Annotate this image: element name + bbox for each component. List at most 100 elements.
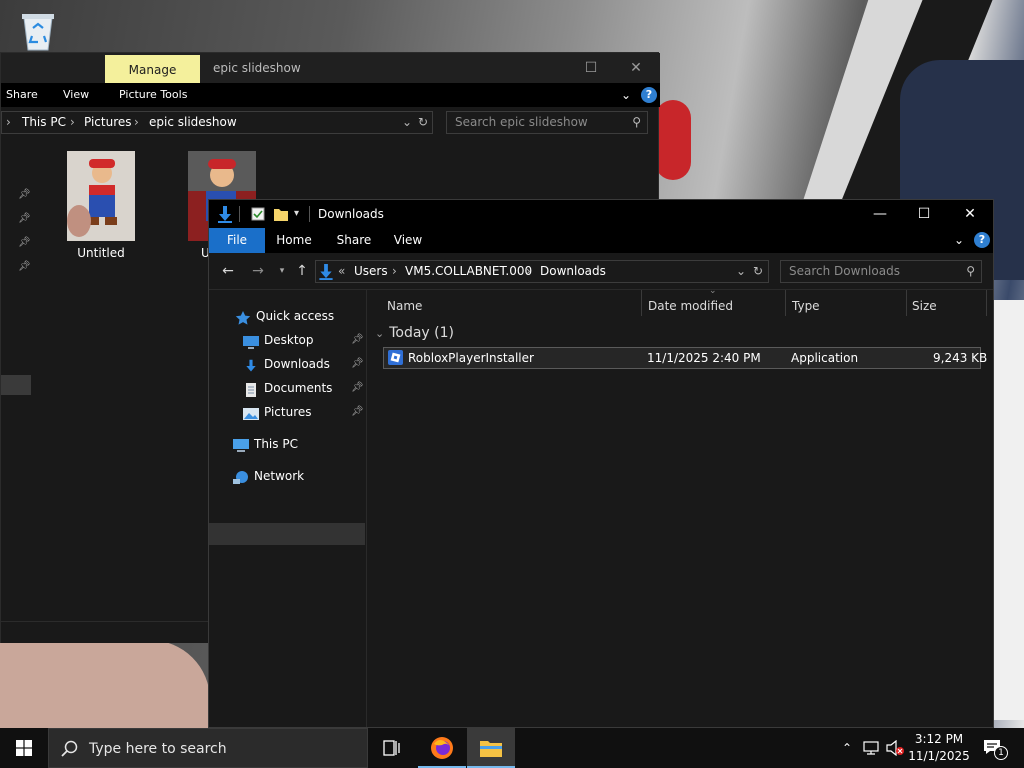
column-header-name[interactable]: Name [381, 290, 641, 322]
nav-item-quick-access[interactable]: Quick access [235, 305, 334, 327]
pin-icon[interactable]: 📌︎ [18, 213, 31, 224]
navigation-bar: ← → ▾ ↑ « Users › VM5.COLLABNET.000 › Do… [209, 253, 993, 289]
breadcrumb-users[interactable]: Users [354, 261, 388, 282]
navigation-pane: 📌︎ 📌︎ 📌︎ 📌︎ [1, 141, 33, 643]
downloads-arrow-icon [318, 263, 334, 280]
chevron-down-icon[interactable]: ⌄ [621, 83, 631, 107]
recent-locations-icon[interactable]: ▾ [273, 262, 291, 280]
task-view-button[interactable] [368, 728, 416, 768]
nav-item-downloads[interactable]: Downloads [243, 353, 330, 375]
chevron-down-icon[interactable]: ⌄ [954, 228, 964, 253]
pin-icon[interactable]: 📌︎ [351, 377, 364, 399]
title-bar[interactable]: ▾ Downloads — ☐ ✕ [209, 200, 993, 228]
nav-item-desktop[interactable]: Desktop [243, 329, 314, 351]
maximize-icon[interactable]: ☐ [901, 200, 947, 228]
nav-selection-highlight [209, 523, 365, 545]
tab-view[interactable]: View [63, 83, 89, 107]
tab-share[interactable]: Share [329, 228, 379, 253]
chevron-down-icon[interactable]: ⌄ [402, 112, 412, 133]
new-folder-icon[interactable] [273, 206, 289, 222]
clock-date: 11/1/2025 [908, 749, 970, 763]
breadcrumb-epic-slideshow[interactable]: epic slideshow [149, 112, 237, 133]
separator [239, 206, 240, 222]
address-bar[interactable]: › This PC › Pictures › epic slideshow ⌄ … [1, 111, 433, 134]
close-icon[interactable]: ✕ [947, 200, 993, 228]
search-icon [61, 740, 78, 757]
nav-item-network[interactable]: Network [233, 465, 304, 487]
breadcrumb-vm5-collabnet[interactable]: VM5.COLLABNET.000 [405, 261, 532, 282]
system-clock[interactable]: 3:12 PM 11/1/2025 [905, 731, 973, 765]
thumbnail-label[interactable]: Untitled [51, 246, 151, 260]
pin-icon[interactable]: 📌︎ [351, 329, 364, 351]
minimize-icon[interactable]: — [857, 200, 903, 228]
pin-icon[interactable]: 📌︎ [351, 401, 364, 423]
help-icon[interactable]: ? [641, 87, 657, 103]
overflow-chevron[interactable]: « [338, 261, 345, 282]
nav-item-this-pc[interactable]: This PC [233, 433, 298, 455]
start-button[interactable] [0, 728, 48, 768]
image-thumbnail[interactable] [67, 151, 135, 241]
taskbar-search-box[interactable]: Type here to search [48, 728, 368, 768]
customize-quick-access-icon[interactable]: ▾ [294, 200, 299, 228]
search-icon: ⚲ [632, 115, 641, 129]
tab-share[interactable]: Share [6, 83, 38, 107]
file-list: Name ⌄ Date modified Type Size ⌄ Today (1… [369, 286, 993, 727]
address-bar[interactable]: « Users › VM5.COLLABNET.000 › Downloads … [315, 260, 769, 283]
chevron-down-icon[interactable]: ⌄ [375, 327, 384, 340]
firefox-icon [431, 737, 453, 759]
network-icon [233, 470, 249, 484]
breadcrumb-pictures[interactable]: Pictures [84, 112, 132, 133]
tab-manage[interactable]: Manage [105, 55, 200, 83]
pin-icon[interactable]: 📌︎ [18, 261, 31, 272]
properties-icon[interactable] [251, 207, 265, 221]
forward-arrow-icon[interactable]: → [249, 262, 267, 280]
column-divider[interactable] [986, 290, 987, 316]
chevron-down-icon[interactable]: ⌄ [736, 261, 746, 282]
recycle-bin-icon[interactable] [18, 10, 58, 52]
file-explorer-taskbar-button[interactable] [467, 728, 515, 768]
column-header-size[interactable]: Size [906, 290, 986, 322]
volume-muted-icon[interactable] [884, 728, 906, 768]
network-status-icon[interactable] [861, 728, 881, 768]
ribbon: File Home Share View ⌄ ? [209, 228, 993, 253]
pin-icon[interactable]: 📌︎ [18, 237, 31, 248]
star-icon [235, 310, 251, 325]
taskbar: Type here to search ⌃ 3:12 PM 11/1/2025 … [0, 728, 1024, 768]
search-input[interactable]: Search Downloads ⚲ [780, 260, 982, 283]
nav-label: Pictures [264, 405, 312, 419]
show-hidden-icons-icon[interactable]: ⌃ [838, 728, 856, 768]
title-bar[interactable]: Manage epic slideshow ☐ ✕ [1, 53, 660, 83]
file-size: 9,243 KB [933, 351, 988, 365]
separator [309, 206, 310, 222]
nav-label: Desktop [264, 333, 314, 347]
search-icon: ⚲ [966, 264, 975, 278]
folder-icon [480, 741, 502, 757]
table-row[interactable]: RobloxPlayerInstaller 11/1/2025 2:40 PM … [383, 347, 987, 369]
refresh-icon[interactable]: ↻ [753, 261, 763, 282]
breadcrumb-downloads[interactable]: Downloads [540, 261, 606, 282]
firefox-taskbar-button[interactable] [418, 728, 466, 768]
maximize-icon[interactable]: ☐ [568, 53, 614, 83]
breadcrumb-this-pc[interactable]: This PC [22, 112, 66, 133]
pin-icon[interactable]: 📌︎ [351, 353, 364, 375]
action-center-button[interactable]: 1 [980, 728, 1010, 768]
back-arrow-icon[interactable]: ← [219, 262, 237, 280]
nav-item-pictures[interactable]: Pictures [243, 401, 312, 423]
pin-icon[interactable]: 📌︎ [18, 189, 31, 200]
up-arrow-icon[interactable]: ↑ [293, 262, 311, 280]
close-icon[interactable]: ✕ [613, 53, 659, 83]
column-header-date-modified[interactable]: Date modified [642, 290, 786, 322]
refresh-icon[interactable]: ↻ [418, 112, 428, 133]
group-header-today[interactable]: ⌄ Today (1) [375, 322, 454, 344]
column-header-type[interactable]: Type [786, 290, 906, 322]
nav-item-documents[interactable]: Documents [243, 377, 332, 399]
nav-label: Network [254, 469, 305, 483]
chevron-right-icon: › [392, 264, 397, 278]
nav-item-selected[interactable] [1, 375, 31, 395]
tab-picture-tools[interactable]: Picture Tools [119, 83, 187, 107]
tab-file[interactable]: File [209, 228, 265, 253]
search-input[interactable]: Search epic slideshow ⚲ [446, 111, 648, 134]
help-icon[interactable]: ? [974, 232, 990, 248]
tab-home[interactable]: Home [269, 228, 319, 253]
tab-view[interactable]: View [385, 228, 431, 253]
